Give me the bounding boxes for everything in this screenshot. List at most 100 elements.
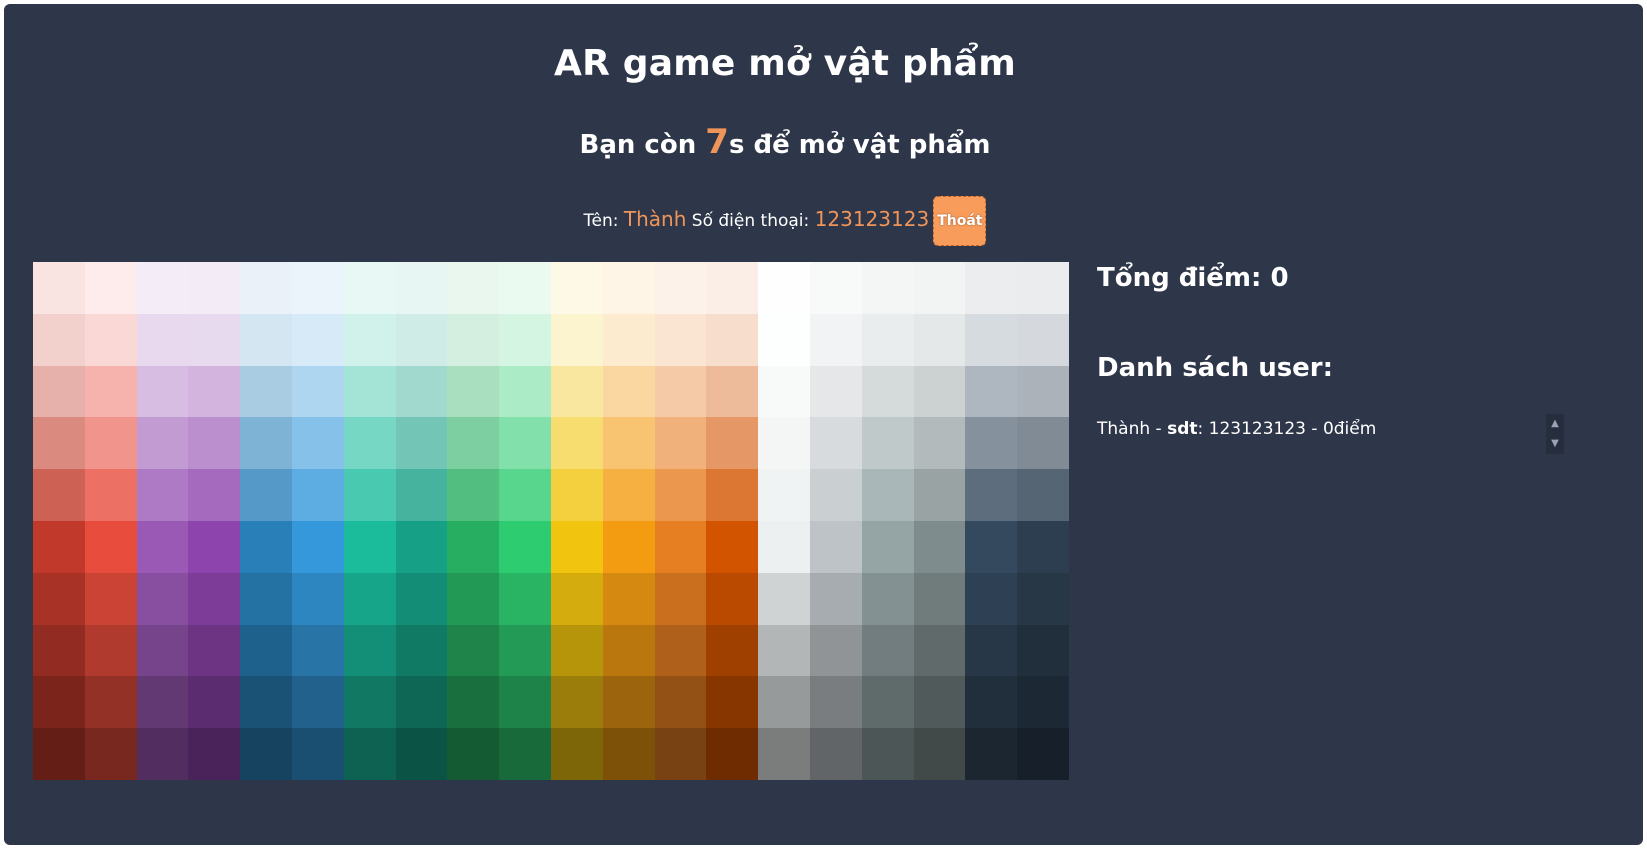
color-tile[interactable] bbox=[706, 469, 759, 521]
color-tile[interactable] bbox=[84, 262, 137, 314]
color-tile[interactable] bbox=[499, 520, 551, 573]
color-tile[interactable] bbox=[706, 417, 759, 470]
color-tile[interactable] bbox=[809, 417, 862, 470]
color-tile[interactable] bbox=[291, 676, 344, 729]
color-tile[interactable] bbox=[965, 728, 1018, 780]
color-tile[interactable] bbox=[965, 417, 1018, 470]
color-tile[interactable] bbox=[33, 520, 85, 573]
color-tile[interactable] bbox=[343, 417, 396, 470]
color-tile[interactable] bbox=[291, 365, 344, 418]
color-tile[interactable] bbox=[861, 728, 914, 780]
color-tile[interactable] bbox=[809, 676, 862, 729]
color-tile[interactable] bbox=[1017, 262, 1069, 314]
color-tile[interactable] bbox=[861, 365, 914, 418]
color-tile[interactable] bbox=[499, 728, 551, 780]
color-tile[interactable] bbox=[447, 469, 500, 521]
color-tile[interactable] bbox=[861, 262, 914, 314]
color-tile[interactable] bbox=[758, 365, 810, 418]
color-tile[interactable] bbox=[447, 520, 500, 573]
color-tile[interactable] bbox=[809, 313, 862, 366]
color-tile[interactable] bbox=[395, 313, 448, 366]
color-tile[interactable] bbox=[447, 417, 500, 470]
color-tile[interactable] bbox=[706, 520, 759, 573]
color-tile[interactable] bbox=[1017, 728, 1069, 780]
color-tile[interactable] bbox=[654, 417, 707, 470]
color-tile[interactable] bbox=[84, 417, 137, 470]
color-tile[interactable] bbox=[447, 728, 500, 780]
color-tile[interactable] bbox=[654, 572, 707, 625]
color-tile[interactable] bbox=[291, 572, 344, 625]
user-list-scrollbar[interactable]: ▲ ▼ bbox=[1546, 414, 1564, 454]
color-tile[interactable] bbox=[965, 676, 1018, 729]
scroll-up-icon[interactable]: ▲ bbox=[1546, 414, 1564, 434]
color-tile[interactable] bbox=[913, 365, 966, 418]
color-tile[interactable] bbox=[913, 469, 966, 521]
color-tile[interactable] bbox=[654, 728, 707, 780]
color-tile[interactable] bbox=[499, 417, 551, 470]
color-tile[interactable] bbox=[706, 676, 759, 729]
color-tile[interactable] bbox=[188, 469, 241, 521]
color-tile[interactable] bbox=[602, 313, 655, 366]
color-tile[interactable] bbox=[861, 572, 914, 625]
color-tile[interactable] bbox=[499, 572, 551, 625]
color-tile[interactable] bbox=[861, 313, 914, 366]
color-tile[interactable] bbox=[1017, 520, 1069, 573]
color-tile[interactable] bbox=[33, 624, 85, 677]
color-tile[interactable] bbox=[758, 313, 810, 366]
color-tile[interactable] bbox=[602, 572, 655, 625]
color-tile[interactable] bbox=[550, 728, 603, 780]
color-tile[interactable] bbox=[550, 365, 603, 418]
color-tile[interactable] bbox=[965, 365, 1018, 418]
color-tile[interactable] bbox=[758, 262, 810, 314]
color-tile[interactable] bbox=[861, 520, 914, 573]
color-tile[interactable] bbox=[758, 417, 810, 470]
color-tile[interactable] bbox=[861, 624, 914, 677]
color-tile[interactable] bbox=[240, 676, 292, 729]
color-tile[interactable] bbox=[395, 572, 448, 625]
color-tile[interactable] bbox=[447, 365, 500, 418]
color-tile[interactable] bbox=[965, 572, 1018, 625]
color-tile[interactable] bbox=[706, 313, 759, 366]
color-tile[interactable] bbox=[861, 469, 914, 521]
color-tile[interactable] bbox=[499, 624, 551, 677]
color-tile[interactable] bbox=[84, 676, 137, 729]
color-tile[interactable] bbox=[913, 313, 966, 366]
color-tile[interactable] bbox=[913, 417, 966, 470]
color-tile[interactable] bbox=[33, 572, 85, 625]
color-tile[interactable] bbox=[965, 313, 1018, 366]
color-tile[interactable] bbox=[602, 365, 655, 418]
color-tile[interactable] bbox=[188, 676, 241, 729]
color-tile[interactable] bbox=[240, 624, 292, 677]
color-tile[interactable] bbox=[395, 520, 448, 573]
color-tile[interactable] bbox=[343, 676, 396, 729]
color-tile[interactable] bbox=[654, 313, 707, 366]
color-tile[interactable] bbox=[965, 469, 1018, 521]
color-tile[interactable] bbox=[706, 262, 759, 314]
color-tile[interactable] bbox=[33, 676, 85, 729]
color-tile[interactable] bbox=[240, 572, 292, 625]
color-tile[interactable] bbox=[654, 469, 707, 521]
color-tile[interactable] bbox=[240, 469, 292, 521]
color-tile[interactable] bbox=[395, 624, 448, 677]
color-tile[interactable] bbox=[188, 262, 241, 314]
color-tile[interactable] bbox=[654, 520, 707, 573]
color-tile[interactable] bbox=[499, 469, 551, 521]
color-tile[interactable] bbox=[602, 262, 655, 314]
color-tile[interactable] bbox=[706, 728, 759, 780]
color-tile[interactable] bbox=[188, 520, 241, 573]
color-tile[interactable] bbox=[291, 520, 344, 573]
color-tile[interactable] bbox=[188, 313, 241, 366]
color-tile[interactable] bbox=[550, 262, 603, 314]
color-tile[interactable] bbox=[1017, 469, 1069, 521]
color-tile[interactable] bbox=[654, 262, 707, 314]
color-tile[interactable] bbox=[395, 676, 448, 729]
color-tile[interactable] bbox=[913, 262, 966, 314]
color-tile[interactable] bbox=[291, 262, 344, 314]
color-tile[interactable] bbox=[809, 520, 862, 573]
color-tile[interactable] bbox=[758, 520, 810, 573]
color-tile[interactable] bbox=[84, 728, 137, 780]
color-tile[interactable] bbox=[913, 728, 966, 780]
color-tile[interactable] bbox=[1017, 417, 1069, 470]
color-tile[interactable] bbox=[447, 676, 500, 729]
color-tile[interactable] bbox=[550, 469, 603, 521]
